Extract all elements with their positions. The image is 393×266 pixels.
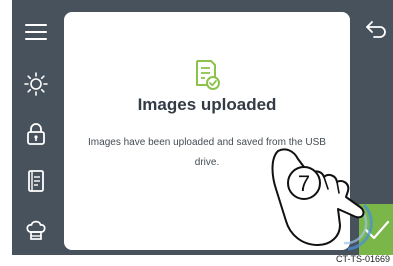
left-navigation-rail (12, 0, 60, 255)
back-arrow-icon (366, 21, 386, 38)
chef-button[interactable] (18, 212, 54, 248)
tap-hand-illustration: 7 (271, 148, 373, 251)
back-button[interactable] (361, 14, 391, 44)
brightness-icon (24, 72, 48, 96)
dialog-title: Images uploaded (137, 95, 277, 114)
chef-hat-icon (26, 220, 46, 240)
brightness-button[interactable] (18, 66, 54, 102)
lock-button[interactable] (18, 116, 54, 152)
menu-button[interactable] (18, 14, 54, 50)
document-check-icon (189, 57, 223, 91)
step-number-label: 7 (298, 171, 310, 196)
menu-icon (25, 24, 47, 40)
pointing-hand (271, 148, 365, 246)
recipe-book-icon (28, 170, 44, 192)
recipes-button[interactable] (18, 163, 54, 199)
lock-icon (27, 123, 45, 145)
figure-caption: CT-TS-01669 (336, 254, 391, 264)
